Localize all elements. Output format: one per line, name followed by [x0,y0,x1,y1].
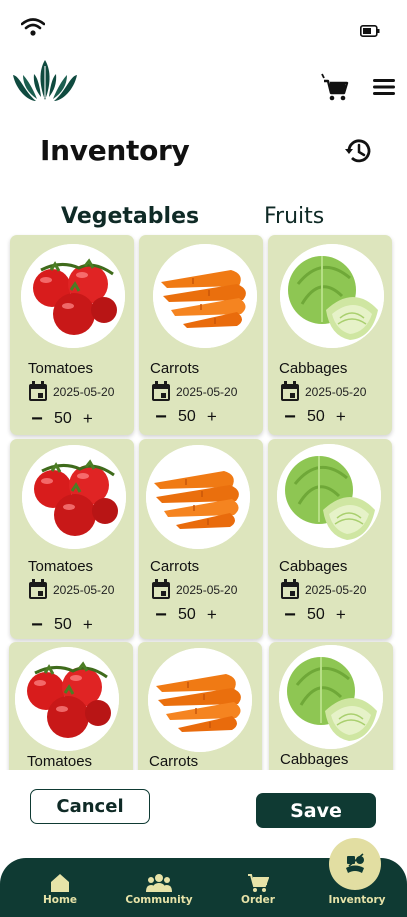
decrement-button[interactable]: − [152,605,170,625]
expiry-date: 2025-05-20 [305,385,367,399]
quantity-stepper: −50 + [28,409,96,429]
increment-button[interactable]: + [80,616,96,634]
app-logo [10,58,80,108]
inventory-card[interactable]: Tomatoes [9,642,133,770]
item-name: Carrots [149,753,199,770]
increment-button[interactable]: + [80,410,96,428]
expiry-date: 2025-05-20 [176,583,238,597]
cabbage-image [277,444,381,548]
inventory-icon [346,853,364,873]
decrement-button[interactable]: − [281,407,299,427]
inventory-card[interactable]: Carrots 2025-05-20−50 + [139,439,263,639]
save-button[interactable]: Save [256,793,376,828]
expiry-date: 2025-05-20 [53,583,115,597]
home-icon [51,874,69,892]
nav-inventory-label: Inventory [328,894,386,906]
community-icon [146,874,172,892]
calendar-icon[interactable] [28,381,48,402]
tab-vegetables[interactable]: Vegetables [61,204,199,229]
cart-icon [321,73,349,101]
quantity-stepper: −50 + [152,407,220,427]
cabbage-image [280,244,384,348]
inventory-card[interactable]: Carrots [138,642,262,770]
increment-button[interactable]: + [204,606,220,624]
item-name: Cabbages [280,751,349,768]
history-icon [345,139,371,163]
inventory-card[interactable]: Tomatoes 2025-05-20−50 + [10,235,134,435]
tab-fruits[interactable]: Fruits [264,204,324,229]
calendar-icon[interactable] [151,579,171,600]
tomato-image [21,244,125,348]
cabbage-image [279,645,383,749]
calendar-icon[interactable] [28,579,48,600]
quantity-stepper: −50 + [28,615,96,635]
inventory-card[interactable]: Cabbages [269,642,393,770]
nav-order-label: Order [241,894,275,906]
quantity-stepper: −50 + [152,605,220,625]
battery-icon [360,22,380,37]
hamburger-icon [373,79,395,95]
page-title: Inventory [40,134,190,167]
quantity-value: 50 [178,606,196,623]
quantity-stepper: −50 + [281,605,349,625]
nav-home-label: Home [42,894,78,906]
quantity-value: 50 [54,410,72,427]
decrement-button[interactable]: − [152,407,170,427]
item-name: Tomatoes [28,360,94,377]
carrot-image [148,648,252,752]
nav-inventory-active-indicator[interactable] [329,838,381,890]
cart-icon [248,874,269,892]
carrot-image [153,244,257,348]
item-name: Tomatoes [27,753,93,770]
expiry-date: 2025-05-20 [305,583,367,597]
increment-button[interactable]: + [204,408,220,426]
quantity-value: 50 [307,606,325,623]
nav-home[interactable]: Home [40,858,80,917]
item-name: Cabbages [279,360,348,377]
decrement-button[interactable]: − [281,605,299,625]
item-name: Cabbages [279,558,348,575]
item-name: Tomatoes [28,558,94,575]
nav-community[interactable]: Community [124,858,194,917]
tomato-image [22,445,126,549]
calendar-icon[interactable] [151,381,171,402]
calendar-icon[interactable] [280,381,300,402]
history-button[interactable] [343,136,373,166]
quantity-stepper: −50 + [281,407,349,427]
item-name: Carrots [150,558,200,575]
quantity-value: 50 [54,616,72,633]
decrement-button[interactable]: − [28,409,46,429]
expiry-date: 2025-05-20 [53,385,115,399]
tomato-image [15,647,119,751]
nav-community-label: Community [125,894,193,906]
increment-button[interactable]: + [333,408,349,426]
inventory-card[interactable]: Cabbages 2025-05-20−50 + [268,439,392,639]
quantity-value: 50 [178,408,196,425]
item-name: Carrots [150,360,200,377]
carrot-image [146,445,250,549]
decrement-button[interactable]: − [28,615,46,635]
expiry-date: 2025-05-20 [176,385,238,399]
quantity-value: 50 [307,408,325,425]
inventory-grid[interactable]: Tomatoes 2025-05-20−50 + Carrots 2025-05-… [0,232,407,770]
increment-button[interactable]: + [333,606,349,624]
menu-button[interactable] [372,77,396,97]
nav-order[interactable]: Order [238,858,278,917]
inventory-card[interactable]: Carrots 2025-05-20−50 + [139,235,263,435]
cancel-button[interactable]: Cancel [30,789,150,824]
calendar-icon[interactable] [280,579,300,600]
inventory-card[interactable]: Tomatoes 2025-05-20 −50 + [10,439,134,639]
inventory-card[interactable]: Cabbages 2025-05-20−50 + [268,235,392,435]
cart-button[interactable] [321,72,349,102]
wifi-icon [20,17,46,37]
